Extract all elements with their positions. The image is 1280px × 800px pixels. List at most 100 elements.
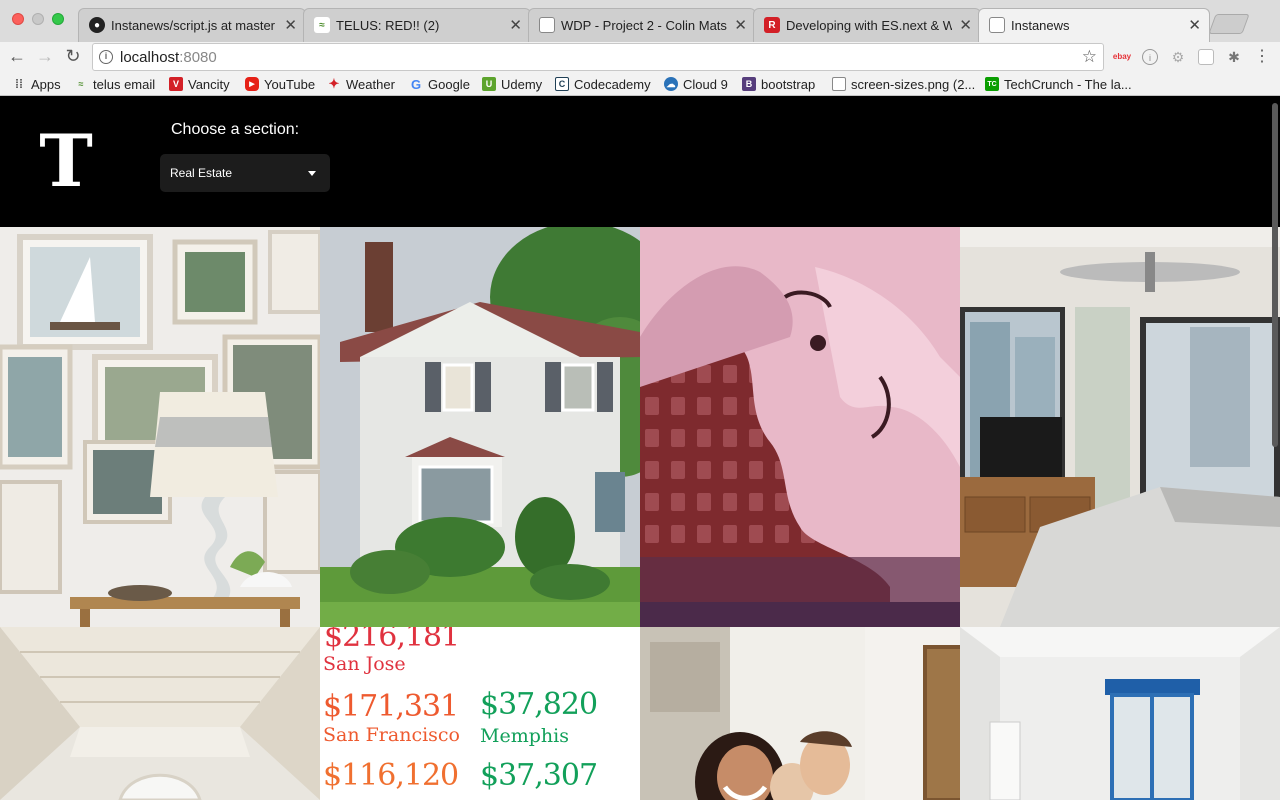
building-window xyxy=(749,493,763,511)
story-tile[interactable] xyxy=(0,627,320,800)
bootstrap-icon: B xyxy=(742,77,756,91)
building-window xyxy=(697,493,711,511)
bookmark-telus-email[interactable]: ≈ telus email xyxy=(74,75,156,93)
building-window xyxy=(749,525,763,543)
infographic-price: $216,181 xyxy=(324,627,460,654)
tab-close-icon[interactable]: ✕ xyxy=(1188,16,1201,34)
building-window xyxy=(697,365,711,383)
story-tile[interactable] xyxy=(0,227,320,627)
building-window xyxy=(723,365,737,383)
story-tile[interactable] xyxy=(640,627,960,800)
bookmark-bootstrap[interactable]: B bootstrap xyxy=(742,75,815,93)
bookmark-label: YouTube xyxy=(264,76,316,92)
site-header: T Choose a section: Real Estate xyxy=(0,97,1280,227)
nyt-logo[interactable]: T xyxy=(36,123,96,199)
bookmark-weather[interactable]: ✦ Weather xyxy=(327,75,395,93)
browser-tab-github[interactable]: ● Instanews/script.js at master · ✕ xyxy=(78,8,306,42)
building-window xyxy=(671,493,685,511)
section-prompt: Choose a section: xyxy=(171,121,300,138)
ebay-extension-icon[interactable]: ebay xyxy=(1112,49,1132,65)
section-select[interactable]: Real Estate xyxy=(160,154,330,192)
youtube-icon: ▶ xyxy=(245,77,259,91)
story-tile[interactable] xyxy=(320,227,640,627)
telus-icon: ≈ xyxy=(314,17,330,33)
forward-arrow-icon[interactable]: → xyxy=(34,45,56,67)
browser-tab-wdp[interactable]: WDP - Project 2 - Colin Matso ✕ xyxy=(528,8,756,42)
story-grid: $216,181 San Jose $171,331 San Francisco… xyxy=(0,227,1280,800)
infographic-price: $37,820 xyxy=(480,687,598,722)
building-window xyxy=(671,461,685,479)
new-tab-button[interactable] xyxy=(1208,14,1250,34)
vancity-icon: V xyxy=(169,77,183,91)
bookmark-screen-sizes[interactable]: screen-sizes.png (2... xyxy=(832,75,975,93)
bookmark-cloud9[interactable]: ☁ Cloud 9 xyxy=(664,75,728,93)
story-tile[interactable] xyxy=(960,627,1280,800)
bookmark-label: Apps xyxy=(31,76,61,92)
building-window xyxy=(671,525,685,543)
bookmark-label: Codecademy xyxy=(574,76,651,92)
reload-icon[interactable]: ↻ xyxy=(62,45,84,67)
building-window xyxy=(645,493,659,511)
infographic-city: San Francisco xyxy=(323,724,460,746)
bookmark-techcrunch[interactable]: TC TechCrunch - The la... xyxy=(985,75,1132,93)
site-info-icon[interactable]: i xyxy=(99,50,113,64)
bookmark-label: TechCrunch - The la... xyxy=(1004,76,1132,92)
tab-close-icon[interactable]: ✕ xyxy=(284,16,297,34)
story-tile[interactable] xyxy=(960,227,1280,627)
gear-extension-icon[interactable]: ⚙ xyxy=(1170,49,1186,65)
calendar-extension-icon[interactable] xyxy=(1198,49,1214,65)
tab-title: TELUS: RED!! (2) xyxy=(336,18,440,33)
building-window xyxy=(671,397,685,415)
building-window xyxy=(671,429,685,447)
building-window xyxy=(723,525,737,543)
bookmark-label: Cloud 9 xyxy=(683,76,728,92)
story-image-house xyxy=(320,227,640,627)
extension-circle-icon[interactable]: i xyxy=(1142,49,1158,65)
building-window xyxy=(723,397,737,415)
browser-tab-instanews[interactable]: Instanews ✕ xyxy=(978,8,1210,42)
bookmark-star-icon[interactable]: ☆ xyxy=(1082,47,1097,67)
tab-title: Instanews/script.js at master · xyxy=(111,18,277,33)
building-window xyxy=(645,525,659,543)
back-arrow-icon[interactable]: ← xyxy=(6,45,28,67)
r-icon: R xyxy=(764,17,780,33)
bookmarks-bar: ⁞⁞ Apps ≈ telus email V Vancity ▶ YouTub… xyxy=(0,72,1280,96)
caret-down-icon xyxy=(308,171,316,176)
bookmark-codecademy[interactable]: C Codecademy xyxy=(555,75,651,93)
tab-close-icon[interactable]: ✕ xyxy=(959,16,972,34)
story-tile[interactable] xyxy=(640,227,960,627)
building-window xyxy=(697,429,711,447)
bookmark-label: Weather xyxy=(346,76,395,92)
story-image-ceiling xyxy=(0,627,320,800)
window-maximize-button[interactable] xyxy=(52,13,64,25)
bookmark-label: Google xyxy=(428,76,470,92)
bookmark-udemy[interactable]: U Udemy xyxy=(482,75,542,93)
infographic-city: Memphis xyxy=(480,725,569,747)
bookmark-apps[interactable]: ⁞⁞ Apps xyxy=(12,75,61,93)
browser-tab-telus[interactable]: ≈ TELUS: RED!! (2) ✕ xyxy=(303,8,531,42)
tab-close-icon[interactable]: ✕ xyxy=(509,16,522,34)
story-tile-infographic[interactable]: $216,181 San Jose $171,331 San Francisco… xyxy=(320,627,640,800)
address-bar[interactable]: i localhost:8080 ☆ xyxy=(92,43,1104,71)
bug-extension-icon[interactable]: ✱ xyxy=(1226,49,1242,65)
menu-dots-icon[interactable]: ⋮ xyxy=(1254,49,1270,65)
tab-title: WDP - Project 2 - Colin Matso xyxy=(561,18,727,33)
browser-toolbar: ← → ↻ i localhost:8080 ☆ ebay i ⚙ ✱ ⋮ xyxy=(0,42,1280,72)
page-viewport: T Choose a section: Real Estate $216,181… xyxy=(0,97,1280,800)
cloud9-icon: ☁ xyxy=(664,77,678,91)
building-window xyxy=(723,493,737,511)
building-window xyxy=(645,429,659,447)
maple-leaf-icon: ✦ xyxy=(328,76,340,91)
building-window xyxy=(749,461,763,479)
bookmark-vancity[interactable]: V Vancity xyxy=(169,75,230,93)
infographic-price: $171,331 xyxy=(323,689,459,724)
building-window xyxy=(775,525,789,543)
bookmark-youtube[interactable]: ▶ YouTube xyxy=(245,75,315,93)
window-close-button[interactable] xyxy=(12,13,24,25)
bookmark-google[interactable]: G Google xyxy=(409,75,470,93)
tab-close-icon[interactable]: ✕ xyxy=(734,16,747,34)
page-scrollbar[interactable] xyxy=(1272,103,1278,447)
window-minimize-button[interactable] xyxy=(32,13,44,25)
browser-tab-esnext[interactable]: R Developing with ES.next & We ✕ xyxy=(753,8,981,42)
building-window xyxy=(697,397,711,415)
